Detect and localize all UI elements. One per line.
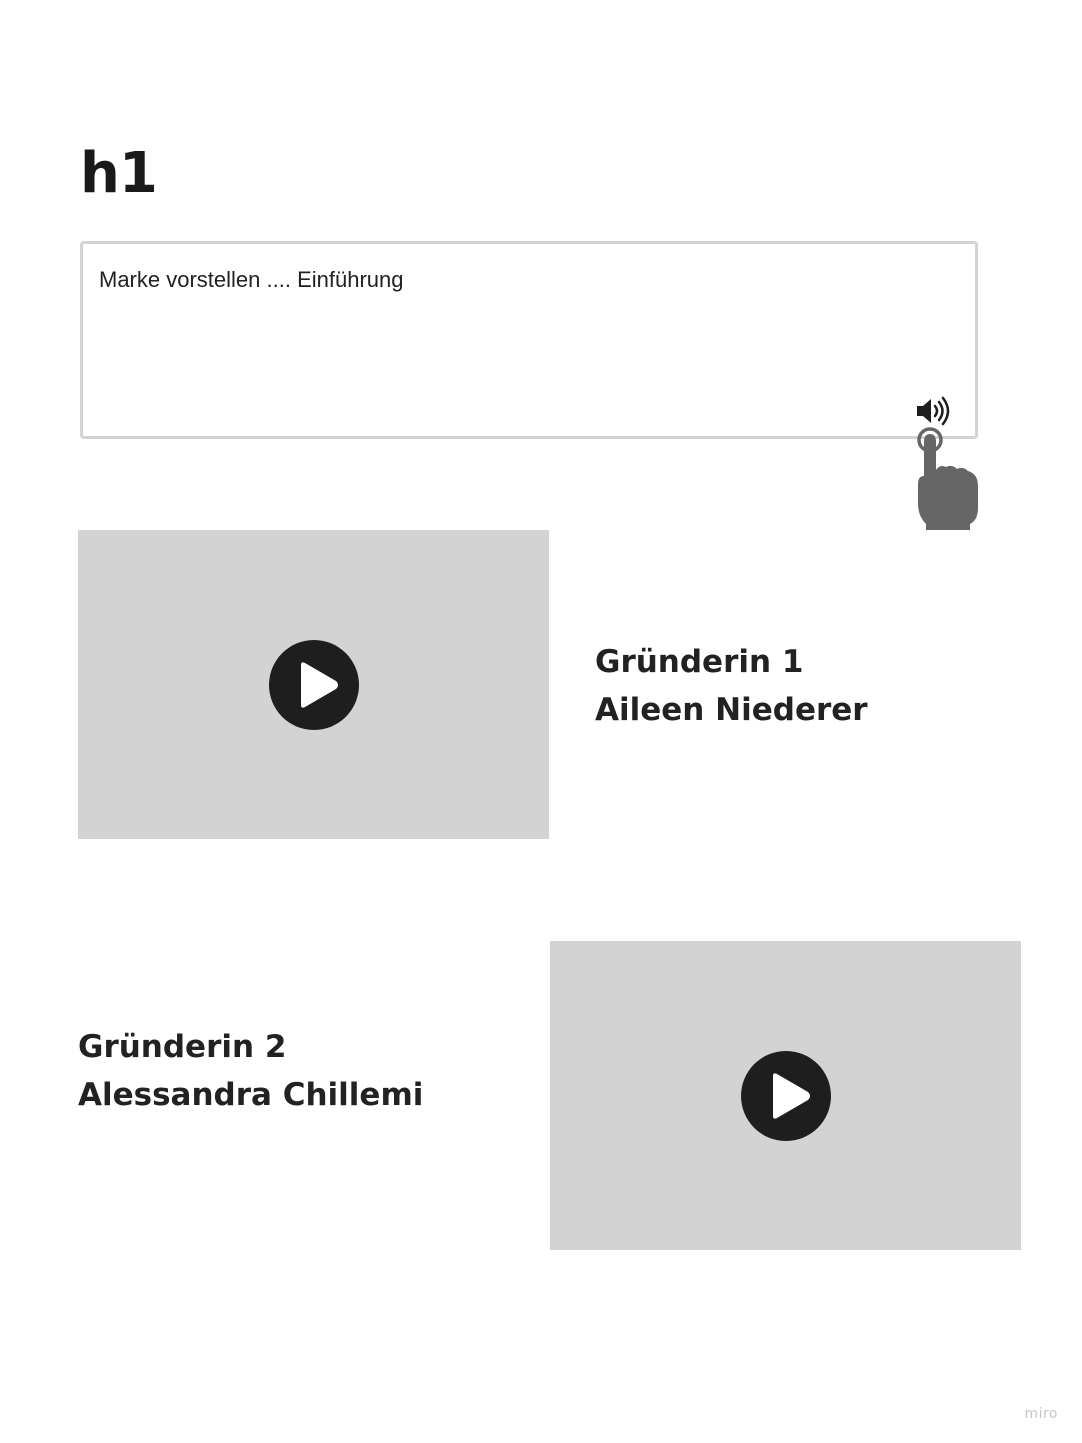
wireframe-page: h1 Marke vorstellen .... Einführung Grün…	[0, 0, 1082, 1443]
founder-1-title: Gründerin 1	[595, 644, 804, 680]
hand-pointer-icon	[917, 427, 978, 530]
founder-1-caption: Gründerin 1 Aileen Niederer	[595, 638, 868, 734]
play-icon[interactable]	[740, 1050, 832, 1142]
intro-text: Marke vorstellen .... Einführung	[99, 267, 404, 292]
founder-1-name: Aileen Niederer	[595, 692, 868, 728]
founder-2-title: Gründerin 2	[78, 1029, 287, 1065]
intro-text-box[interactable]: Marke vorstellen .... Einführung	[80, 241, 978, 439]
video-placeholder-founder-1[interactable]	[78, 530, 549, 839]
page-heading: h1	[80, 141, 158, 206]
founder-2-name: Alessandra Chillemi	[78, 1077, 424, 1113]
speaker-volume-icon[interactable]	[914, 394, 954, 428]
video-placeholder-founder-2[interactable]	[550, 941, 1021, 1250]
miro-watermark: miro	[1024, 1406, 1058, 1422]
founder-2-caption: Gründerin 2 Alessandra Chillemi	[78, 1023, 423, 1119]
play-icon[interactable]	[268, 639, 360, 731]
